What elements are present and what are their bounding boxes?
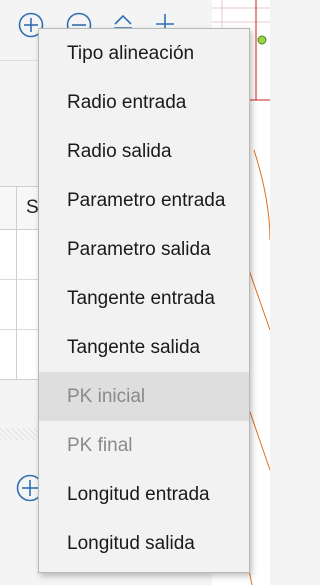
menu-item-label: Tangente salida <box>67 336 201 358</box>
menu-item-label: Tangente entrada <box>67 287 215 309</box>
menu-item-tangente-salida[interactable]: Tangente salida <box>39 323 249 372</box>
menu-item-radio-salida[interactable]: Radio salida <box>39 127 249 176</box>
menu-item-tipo-alineacion[interactable]: Tipo alineación <box>39 29 249 78</box>
menu-item-longitud-salida[interactable]: Longitud salida <box>39 519 249 568</box>
menu-item-label: PK inicial <box>67 385 146 407</box>
grid-column-divider <box>16 229 17 379</box>
menu-item-radio-entrada[interactable]: Radio entrada <box>39 78 249 127</box>
menu-item-parametro-salida[interactable]: Parametro salida <box>39 225 249 274</box>
menu-item-label: Tipo alineación <box>67 42 195 64</box>
context-menu: Tipo alineación Radio entrada Radio sali… <box>38 28 250 573</box>
menu-item-pk-inicial[interactable]: PK inicial <box>39 372 249 421</box>
menu-item-label: Longitud salida <box>67 532 195 554</box>
menu-item-label: Parametro salida <box>67 238 211 260</box>
menu-item-parametro-entrada[interactable]: Parametro entrada <box>39 176 249 225</box>
menu-item-label: Longitud entrada <box>67 483 210 505</box>
menu-item-tangente-entrada[interactable]: Tangente entrada <box>39 274 249 323</box>
menu-item-longitud-entrada[interactable]: Longitud entrada <box>39 470 249 519</box>
menu-item-label: Radio salida <box>67 140 172 162</box>
menu-item-label: Parametro entrada <box>67 189 226 211</box>
menu-item-pk-final[interactable]: PK final <box>39 421 249 470</box>
menu-item-label: Radio entrada <box>67 91 187 113</box>
menu-item-label: PK final <box>67 434 133 456</box>
grid-column-divider <box>16 187 17 229</box>
